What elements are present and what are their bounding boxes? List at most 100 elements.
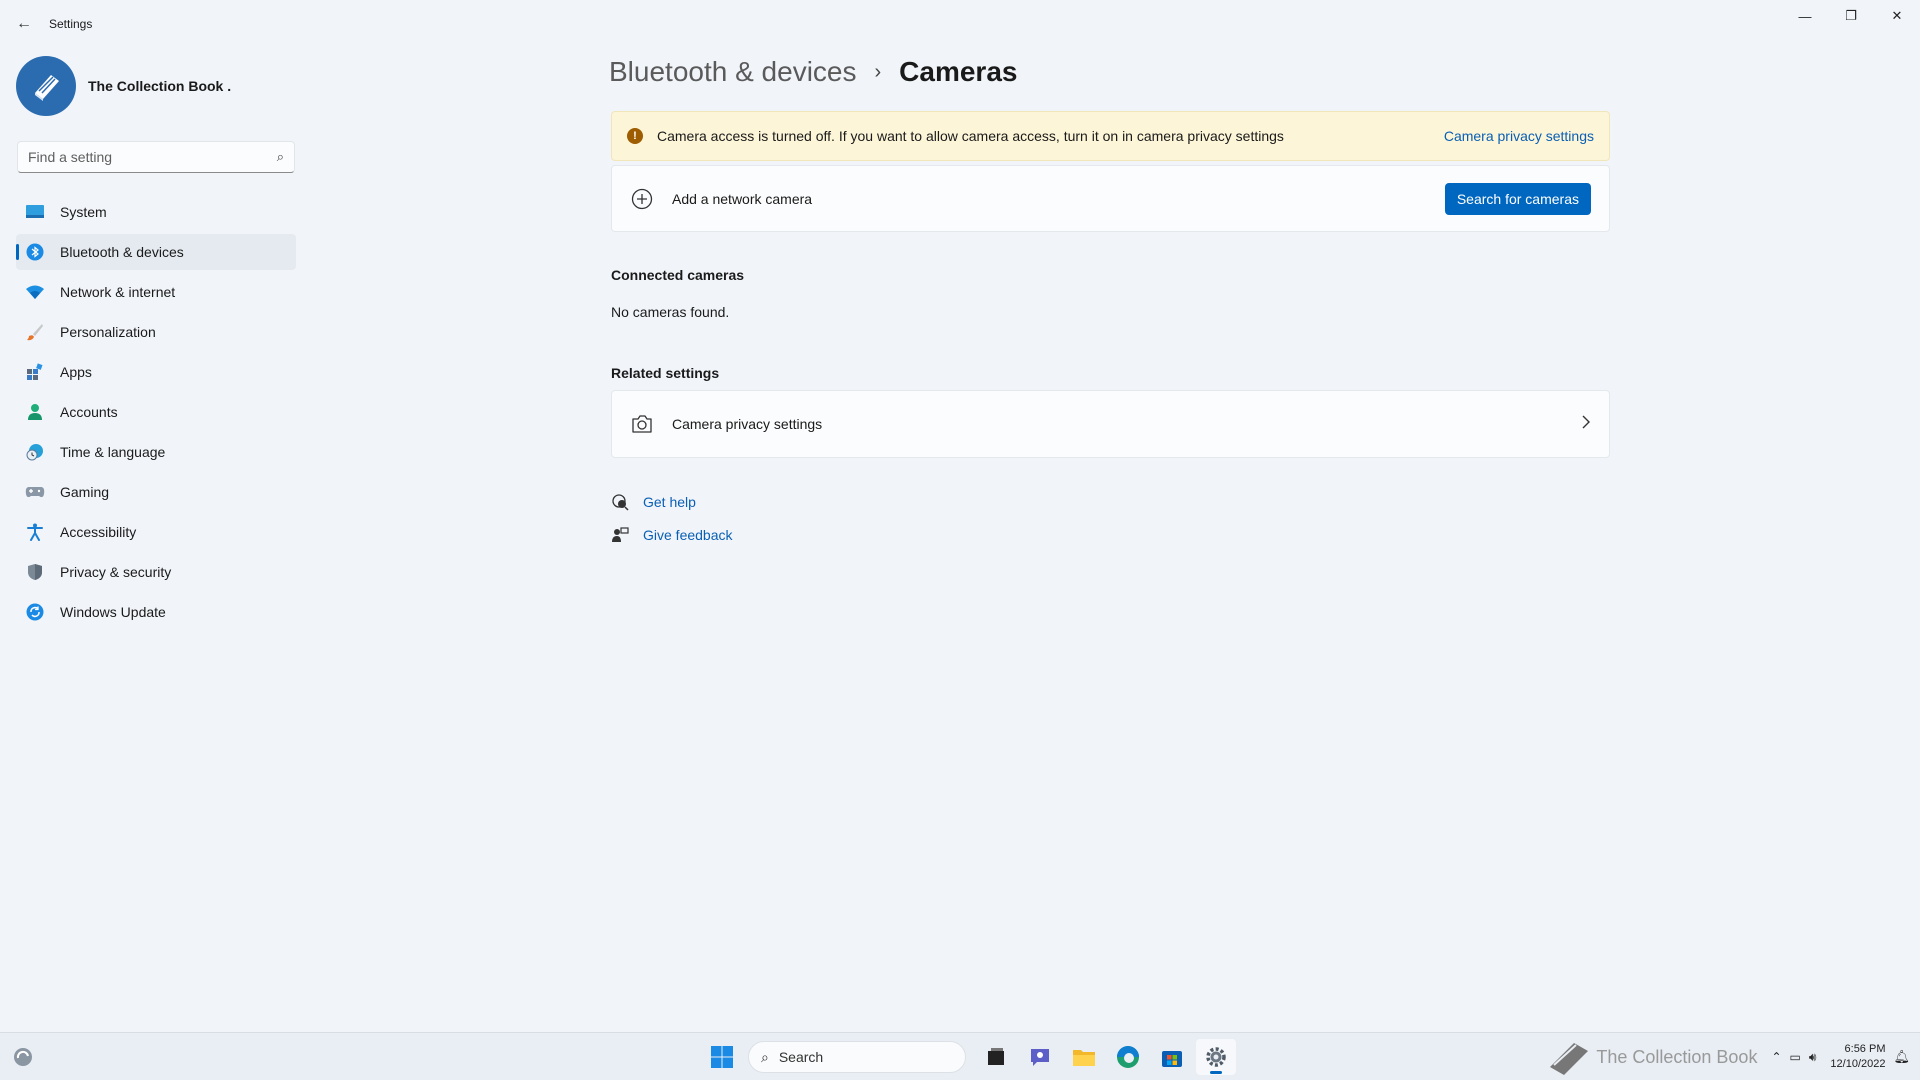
clock[interactable]: 6:56 PM 12/10/2022 [1830, 1042, 1885, 1072]
connected-cameras-heading: Connected cameras [611, 267, 745, 283]
update-icon [25, 602, 45, 622]
system-tray: The Collection Book ⌃ ▭ 🔊︎ 6:56 PM 12/10… [1544, 1037, 1910, 1077]
sidebar-item-bluetooth[interactable]: Bluetooth & devices [16, 234, 296, 270]
close-icon: ✕ [1891, 8, 1903, 23]
camera-icon [630, 412, 654, 436]
tray-icons: ⌃ ▭ 🔊︎ [1767, 1050, 1820, 1065]
close-button[interactable]: ✕ [1874, 0, 1920, 32]
shield-icon [25, 562, 45, 582]
minimize-button[interactable]: — [1782, 0, 1828, 32]
camera-privacy-link[interactable]: Camera privacy settings [1444, 128, 1594, 144]
title-bar: ← Settings — ❐ ✕ [0, 0, 1920, 48]
restore-icon: ❐ [1845, 8, 1857, 23]
taskbar-apps: ⌕ Search [700, 1039, 1238, 1075]
taskbar-search[interactable]: ⌕ Search [748, 1041, 966, 1073]
sidebar-item-time-language[interactable]: Time & language [16, 434, 296, 470]
edge-browser-icon[interactable] [1108, 1039, 1148, 1075]
back-arrow-icon: ← [16, 15, 32, 32]
widgets-icon[interactable] [12, 1046, 34, 1068]
window-controls: — ❐ ✕ [1782, 0, 1920, 32]
search-icon: ⌕ [276, 149, 284, 164]
camera-privacy-settings-card[interactable]: Camera privacy settings [611, 390, 1610, 458]
get-help-link[interactable]: Get help [611, 493, 696, 511]
sidebar-item-label: Accessibility [60, 524, 137, 540]
give-feedback-label: Give feedback [643, 527, 733, 543]
sidebar-item-accounts[interactable]: Accounts [16, 394, 296, 430]
network-icon[interactable]: ▭ [1790, 1050, 1801, 1064]
search-for-cameras-button[interactable]: Search for cameras [1444, 182, 1591, 215]
sidebar-item-label: Gaming [60, 484, 110, 500]
apps-icon [25, 362, 45, 382]
breadcrumb: Bluetooth & devices › Cameras [609, 56, 1017, 88]
settings-window: ← Settings — ❐ ✕ The Collection Book . ⌕ [0, 0, 1920, 1032]
file-explorer-icon[interactable] [1064, 1039, 1104, 1075]
chevron-up-icon[interactable]: ⌃ [1771, 1050, 1781, 1064]
sidebar-item-label: Accounts [60, 404, 118, 420]
search-icon: ⌕ [761, 1048, 769, 1065]
back-button[interactable]: ← [10, 12, 38, 36]
profile-name: The Collection Book . [88, 78, 232, 94]
restore-button[interactable]: ❐ [1828, 0, 1874, 32]
no-cameras-message: No cameras found. [611, 304, 730, 320]
sidebar-item-label: Network & internet [60, 284, 176, 300]
alert-message: Camera access is turned off. If you want… [657, 128, 1284, 144]
wifi-icon [25, 282, 45, 302]
start-button[interactable] [702, 1039, 742, 1075]
watermark-logo: The Collection Book [1544, 1037, 1757, 1077]
book-icon [35, 75, 59, 101]
bluetooth-icon [25, 242, 45, 262]
search-input[interactable] [28, 149, 277, 165]
sidebar-item-system[interactable]: System [16, 194, 296, 230]
sidebar-item-label: Personalization [60, 324, 156, 340]
sidebar-item-label: Time & language [60, 444, 166, 460]
chevron-right-icon: › [874, 60, 882, 83]
camera-privacy-settings-label: Camera privacy settings [672, 416, 823, 432]
sidebar-item-privacy[interactable]: Privacy & security [16, 554, 296, 590]
help-chat-icon [611, 493, 629, 511]
system-icon [25, 202, 45, 222]
chevron-right-icon [1581, 415, 1591, 434]
avatar [16, 56, 76, 116]
give-feedback-link[interactable]: Give feedback [611, 526, 733, 544]
user-profile[interactable]: The Collection Book . [16, 56, 231, 116]
add-network-camera-card: Add a network camera Search for cameras [611, 165, 1610, 232]
get-help-label: Get help [643, 494, 696, 510]
settings-search[interactable]: ⌕ [17, 141, 295, 173]
brush-icon [25, 322, 45, 342]
sidebar-nav: System Bluetooth & devices Network & int… [16, 194, 296, 634]
minimize-icon: — [1798, 8, 1812, 24]
settings-app-icon[interactable] [1196, 1039, 1236, 1075]
sidebar-item-gaming[interactable]: Gaming [16, 474, 296, 510]
notification-icon[interactable]: 🔔︎ [1893, 1049, 1910, 1065]
related-settings-heading: Related settings [611, 365, 720, 381]
breadcrumb-parent[interactable]: Bluetooth & devices [609, 56, 857, 88]
sidebar-item-label: Apps [60, 364, 92, 380]
warning-icon: ! [627, 128, 643, 144]
add-network-camera-label: Add a network camera [672, 190, 813, 207]
camera-access-alert: ! Camera access is turned off. If you wa… [611, 111, 1610, 161]
sidebar-item-accessibility[interactable]: Accessibility [16, 514, 296, 550]
watermark-text: The Collection Book [1596, 1046, 1758, 1067]
microsoft-store-icon[interactable] [1152, 1039, 1192, 1075]
person-icon [25, 402, 45, 422]
controller-icon [25, 482, 45, 502]
clock-time: 6:56 PM [1844, 1043, 1886, 1055]
app-title: Settings [49, 17, 93, 31]
globe-clock-icon [25, 442, 45, 462]
task-view-icon[interactable] [976, 1039, 1016, 1075]
add-circle-icon [630, 187, 654, 211]
accessibility-icon [25, 522, 45, 542]
sidebar-item-label: Windows Update [60, 604, 166, 620]
sidebar-item-label: System [60, 204, 107, 220]
sidebar-item-apps[interactable]: Apps [16, 354, 296, 390]
sidebar-item-personalization[interactable]: Personalization [16, 314, 296, 350]
page-title: Cameras [899, 56, 1018, 87]
sidebar-item-network[interactable]: Network & internet [16, 274, 296, 310]
clock-date: 12/10/2022 [1830, 1058, 1886, 1070]
taskbar-search-label: Search [778, 1049, 824, 1065]
sidebar-item-windows-update[interactable]: Windows Update [16, 594, 296, 630]
sidebar-item-label: Privacy & security [60, 564, 172, 580]
teams-chat-icon[interactable] [1020, 1039, 1060, 1075]
windows-logo-icon [711, 1046, 733, 1068]
volume-icon[interactable]: 🔊︎ [1809, 1050, 1817, 1065]
